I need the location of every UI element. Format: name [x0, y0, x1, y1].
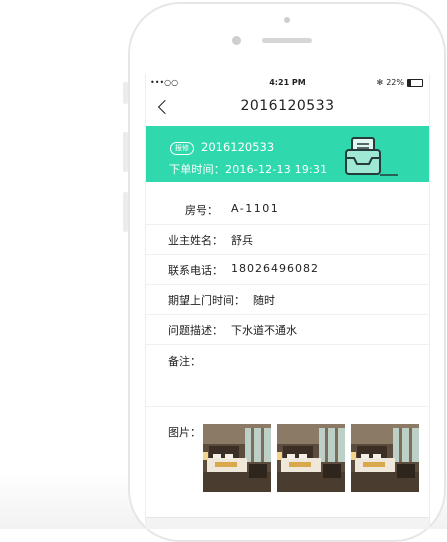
issue-label: 问题描述：: [168, 324, 223, 337]
hotel-room-photo-icon: [277, 424, 345, 492]
room-row: 房号： A-1101: [146, 194, 429, 225]
visit-time-row: 期望上门时间： 随时: [146, 284, 429, 315]
battery-icon: [407, 78, 423, 87]
photo-thumbnail-2[interactable]: [277, 424, 345, 492]
order-time-value: 2016-12-13 19:31: [225, 163, 328, 176]
inbox-tray-icon: [345, 137, 398, 176]
hotel-room-photo-icon: [203, 424, 271, 492]
bottom-divider: [146, 517, 429, 529]
bluetooth-icon: ✻: [376, 78, 384, 87]
phone-camera: [232, 36, 241, 45]
photo-section: 图片：: [146, 407, 429, 517]
note-label: 备注：: [168, 355, 201, 368]
owner-row: 业主姓名： 舒兵: [146, 224, 429, 255]
repair-tag: 报修: [170, 142, 194, 155]
order-time-label: 下单时间：: [169, 163, 225, 176]
status-bar: •••○○ 4:21 PM ✻ 22%: [146, 74, 429, 92]
order-header: 报修 2016120533 下单时间：2016-12-13 19:31: [146, 126, 429, 182]
battery-percent: 22%: [386, 78, 404, 87]
room-value: A-1101: [231, 202, 280, 215]
visit-time-label: 期望上门时间：: [168, 294, 245, 307]
order-number: 2016120533: [201, 140, 275, 154]
phone-sensor-dot: [284, 17, 290, 23]
photo-thumbnail-1[interactable]: [203, 424, 271, 492]
phone-row: 联系电话： 18026496082: [146, 254, 429, 285]
phone-speaker: [262, 38, 312, 43]
photos-label: 图片：: [168, 426, 201, 439]
phone-label: 联系电话：: [168, 264, 223, 277]
photo-thumbnail-3[interactable]: [351, 424, 419, 492]
owner-label: 业主姓名：: [168, 234, 223, 247]
note-section: 备注：: [146, 344, 429, 407]
issue-row: 问题描述： 下水道不通水: [146, 314, 429, 345]
room-label: 房号：: [185, 204, 218, 217]
issue-value: 下水道不通水: [231, 324, 297, 337]
app-screen: •••○○ 4:21 PM ✻ 22% 2016120533 报修 201612…: [145, 74, 430, 529]
phone-value[interactable]: 18026496082: [231, 262, 319, 275]
page-title: 2016120533: [240, 98, 335, 114]
visit-time-value: 随时: [253, 294, 275, 307]
order-time: 下单时间：2016-12-13 19:31: [169, 161, 327, 177]
hotel-room-photo-icon: [351, 424, 419, 492]
battery-group: ✻ 22%: [377, 78, 423, 87]
owner-value: 舒兵: [231, 234, 253, 247]
navigation-bar: 2016120533: [146, 94, 429, 124]
battery-fill: [408, 79, 412, 86]
